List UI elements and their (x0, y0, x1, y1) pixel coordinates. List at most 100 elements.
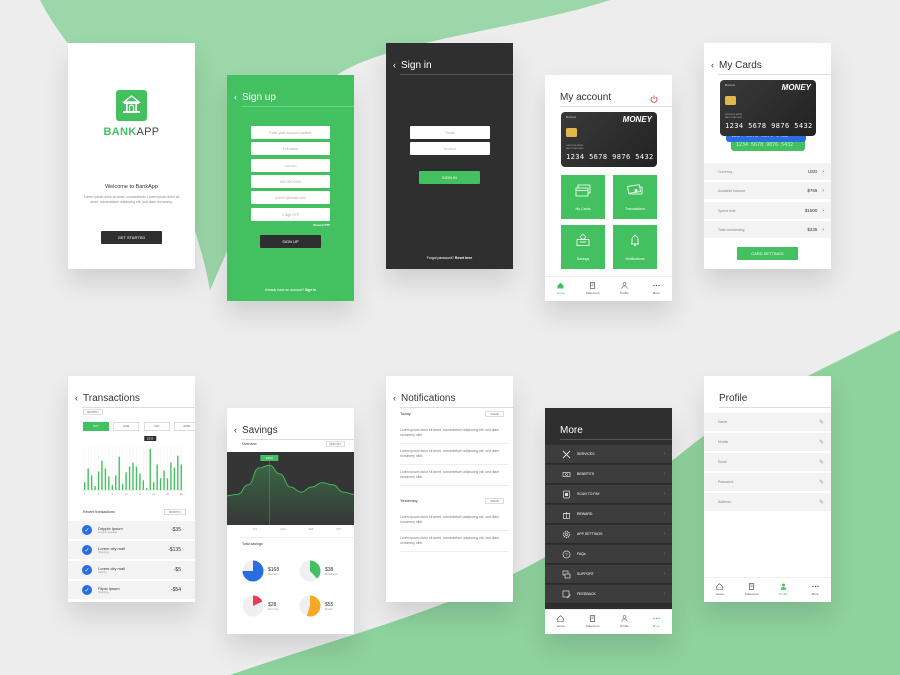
notification-item[interactable]: Lorem ipsum dolor sit amet, consectetuer… (400, 428, 509, 444)
month-tab-1[interactable]: JUNE (113, 422, 139, 431)
nav-statement[interactable]: Statement (736, 578, 768, 602)
card-row-outstanding[interactable]: Total outstanding $235 › (704, 221, 831, 239)
resend-otp-link[interactable]: Resend OTP (313, 223, 330, 227)
card-settings-button[interactable]: CARD SETTINGS (737, 247, 798, 260)
edit-pencil-icon[interactable]: ✎ (819, 479, 824, 486)
month-tab-0[interactable]: JULY (83, 422, 109, 431)
profile-field-password[interactable]: Password ✎ (704, 473, 831, 492)
bar[interactable] (94, 486, 96, 490)
bar[interactable] (156, 464, 158, 490)
bar[interactable] (111, 485, 114, 490)
bar[interactable] (84, 482, 86, 490)
nav-profile[interactable]: Profile (768, 578, 800, 602)
notification-item[interactable]: Lorem ipsum dolor sit amet, consectetuer… (400, 515, 509, 531)
savings-item[interactable]: $168 Diversity (242, 560, 279, 582)
bar[interactable] (135, 466, 138, 490)
nav-statement[interactable]: Statement (577, 277, 609, 301)
bar[interactable] (180, 464, 182, 490)
menu-item-scan-to-pay[interactable]: SCAN TO PAY › (545, 485, 672, 504)
nav-more[interactable]: More (640, 610, 672, 634)
bank-card[interactable]: Business MONEY JOHN DOE SMITH VALID THRU … (720, 80, 816, 136)
bar[interactable] (132, 462, 134, 490)
nav-home[interactable]: Home (545, 277, 577, 301)
menu-item-reward[interactable]: REWARD › (545, 505, 672, 524)
tile-transactions[interactable]: Transactions (613, 175, 657, 219)
nav-home[interactable]: Home (545, 610, 577, 634)
menu-item-feedback[interactable]: FEEDBACK › (545, 585, 672, 604)
password-input[interactable]: •••••••••• (251, 159, 330, 172)
nav-profile[interactable]: Profile (609, 277, 641, 301)
bar[interactable] (146, 488, 148, 490)
bar[interactable] (177, 455, 179, 490)
full-name-input[interactable]: Full name (251, 142, 330, 155)
card-row-spend-limit[interactable]: Spend limit $1500 › (704, 202, 831, 220)
menu-item-benefits[interactable]: BENEFITS › (545, 465, 672, 484)
bar[interactable] (159, 478, 162, 490)
notification-item[interactable]: Lorem ipsum dolor sit amet, consectetuer… (400, 536, 509, 552)
edit-pencil-icon[interactable]: ✎ (819, 459, 824, 466)
tile-savings[interactable]: Savings (561, 225, 605, 269)
bar[interactable] (121, 484, 124, 490)
back-icon[interactable]: ‹ (75, 393, 78, 403)
signin-button[interactable]: SIGN IN (419, 171, 480, 184)
edit-pencil-icon[interactable]: ✎ (819, 499, 824, 506)
card-row-currency[interactable]: Currency USD › (704, 163, 831, 181)
bar[interactable] (104, 468, 107, 490)
savings-item[interactable]: $28 Pet lungs (242, 595, 278, 617)
email-input[interactable]: john01@email.com (251, 191, 330, 204)
transaction-row[interactable]: ✓ Dripple Ipsum Account upgrade -$35 (68, 521, 195, 540)
bar[interactable] (163, 470, 165, 490)
back-icon[interactable]: ‹ (393, 60, 396, 70)
edit-pencil-icon[interactable]: ✎ (819, 419, 824, 426)
bar[interactable] (139, 473, 141, 490)
bar[interactable] (152, 482, 155, 490)
transaction-row[interactable]: ✓ Lorem city mall Parking -$5 (68, 561, 195, 580)
bar[interactable] (101, 460, 103, 490)
nav-more[interactable]: More (640, 277, 672, 301)
menu-item-services[interactable]: SERVICES › (545, 445, 672, 464)
tile-notifications[interactable]: Notifications (613, 225, 657, 269)
profile-field-mobile[interactable]: Mobile ✎ (704, 433, 831, 452)
edit-pencil-icon[interactable]: ✎ (819, 439, 824, 446)
profile-field-email[interactable]: Email ✎ (704, 453, 831, 472)
notification-item[interactable]: Lorem ipsum dolor sit amet, consectetuer… (400, 449, 509, 465)
signup-button[interactable]: SIGN UP (260, 235, 321, 248)
savings-item[interactable]: $55 Movies (299, 595, 333, 617)
month-tab-2[interactable]: MAY (144, 422, 170, 431)
card-row-balance[interactable]: Available balance $765 › (704, 182, 831, 200)
menu-item-faqs[interactable]: ? FAQs › (545, 545, 672, 564)
savings-item[interactable]: $38 Broadbeam (299, 560, 338, 582)
email-input[interactable]: Email (410, 126, 490, 139)
bar[interactable] (142, 480, 145, 490)
reset-link[interactable]: Reset here (455, 256, 472, 260)
bar[interactable] (125, 472, 127, 490)
back-icon[interactable]: ‹ (234, 92, 237, 102)
bar[interactable] (90, 475, 93, 490)
bar[interactable] (87, 468, 89, 490)
bank-card[interactable]: Business MONEY JOHN DOE SMITH VALID THRU … (561, 112, 657, 167)
bar[interactable] (149, 448, 151, 490)
menu-item-support[interactable]: SUPPORT › (545, 565, 672, 584)
bar[interactable] (118, 456, 120, 490)
bar[interactable] (166, 478, 169, 490)
otp-input[interactable]: 4 digit OTP (251, 208, 330, 221)
back-icon[interactable]: ‹ (393, 393, 396, 403)
bar[interactable] (97, 471, 100, 490)
profile-field-address[interactable]: Address ✎ (704, 493, 831, 512)
nav-statement[interactable]: Statement (577, 610, 609, 634)
nav-home[interactable]: Home (704, 578, 736, 602)
bar[interactable] (115, 475, 117, 490)
period-select[interactable]: MONTHLY (83, 409, 103, 415)
signin-link[interactable]: Sign in (305, 288, 316, 292)
profile-field-name[interactable]: Name ✎ (704, 413, 831, 432)
phone-input[interactable]: 000 000 0000 (251, 175, 330, 188)
password-input[interactable]: •••••••••• (410, 142, 490, 155)
nav-more[interactable]: More (799, 578, 831, 602)
back-icon[interactable]: ‹ (234, 425, 237, 435)
clear-yesterday-button[interactable]: CLEAR (485, 498, 504, 504)
bar[interactable] (170, 462, 172, 490)
nav-profile[interactable]: Profile (609, 610, 641, 634)
notification-item[interactable]: Lorem ipsum dolor sit amet, consectetuer… (400, 470, 509, 486)
bar[interactable] (108, 476, 110, 490)
back-icon[interactable]: ‹ (711, 60, 714, 70)
